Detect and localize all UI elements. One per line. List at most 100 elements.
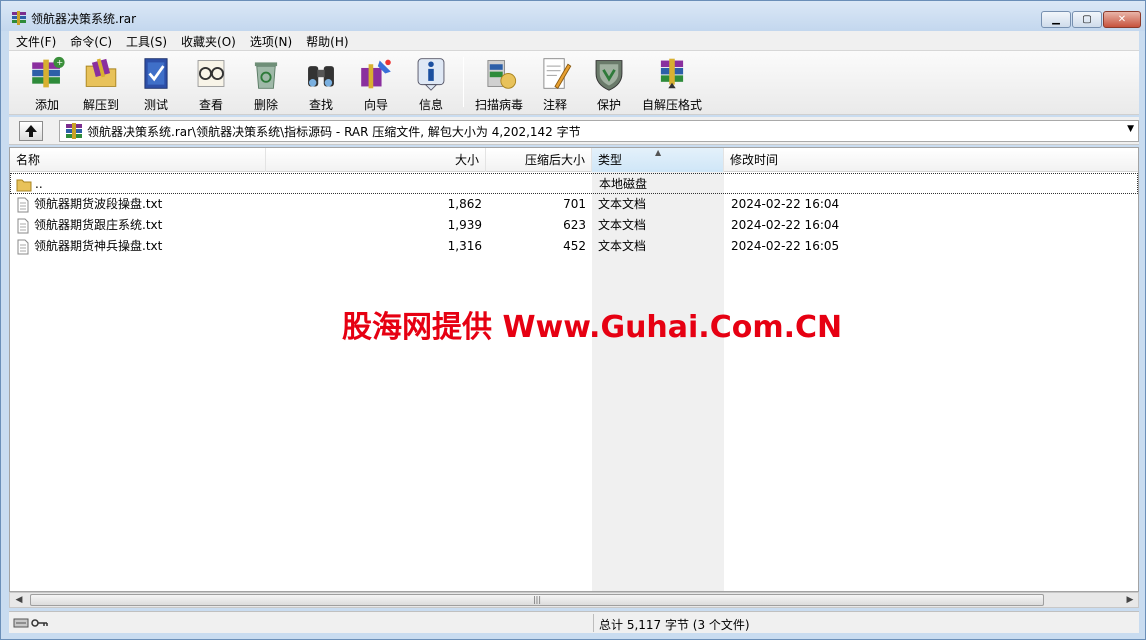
- scroll-thumb[interactable]: |||: [30, 594, 1044, 606]
- watermark-text: 股海网提供 Www.Guhai.Com.CN: [342, 310, 843, 345]
- minimize-button[interactable]: ▁: [1041, 11, 1071, 28]
- column-header-modified[interactable]: 修改时间: [724, 148, 1138, 172]
- svg-text:+: +: [56, 57, 63, 67]
- protect-label: 保护: [596, 98, 621, 112]
- list-item[interactable]: 领航器期货神兵操盘.txt 1,316 452 文本文档 2024-02-22 …: [10, 236, 1138, 257]
- file-modified: 2024-02-22 16:04: [731, 197, 840, 211]
- list-item[interactable]: 领航器期货跟庄系统.txt 1,939 623 文本文档 2024-02-22 …: [10, 215, 1138, 236]
- file-size: 1,316: [447, 239, 482, 253]
- file-type: 文本文档: [598, 197, 647, 211]
- up-arrow-icon: [25, 125, 37, 137]
- view-glasses-icon: [197, 60, 225, 87]
- add-archive-icon: +: [32, 56, 65, 88]
- info-button[interactable]: 信息: [403, 53, 459, 113]
- file-list: 名称 大小 压缩后大小 类型 修改时间 ▲ .. 本地磁盘 领航器期货波段操盘.…: [9, 147, 1139, 592]
- text-file-icon: [17, 197, 29, 213]
- extract-folder-icon: [85, 58, 117, 87]
- comment-label: 注释: [542, 98, 567, 112]
- extract-to-label: 解压到: [82, 98, 119, 112]
- info-icon: [417, 58, 445, 91]
- toolbar-separator: [463, 57, 464, 107]
- menu-favorites[interactable]: 收藏夹(O): [174, 31, 243, 50]
- menu-options[interactable]: 选项(N): [243, 31, 299, 50]
- virus-scan-icon: [487, 60, 517, 89]
- recycle-bin-icon: [254, 62, 278, 89]
- file-name: 领航器期货神兵操盘.txt: [34, 239, 163, 253]
- info-label: 信息: [418, 98, 443, 112]
- menu-help[interactable]: 帮助(H): [299, 31, 355, 50]
- drive-key-icon: [13, 618, 48, 628]
- wizard-button[interactable]: 向导: [348, 53, 404, 113]
- chevron-down-icon[interactable]: ▼: [1127, 124, 1134, 134]
- file-size: [267, 174, 483, 195]
- menu-bar: 文件(F) 命令(C) 工具(S) 收藏夹(O) 选项(N) 帮助(H): [9, 31, 1139, 51]
- comment-button[interactable]: 注释: [527, 53, 583, 113]
- winrar-app-icon: [12, 11, 26, 25]
- up-folder-button[interactable]: [19, 121, 43, 141]
- maximize-button[interactable]: ▢: [1072, 11, 1102, 28]
- rar-archive-icon: [66, 123, 82, 139]
- menu-file[interactable]: 文件(F): [9, 31, 63, 50]
- window-title: 领航器决策系统.rar: [31, 12, 137, 26]
- sfx-button[interactable]: 自解压格式: [637, 53, 707, 113]
- list-item[interactable]: 领航器期货波段操盘.txt 1,862 701 文本文档 2024-02-22 …: [10, 194, 1138, 215]
- status-divider: [593, 614, 594, 632]
- file-modified: 2024-02-22 16:04: [731, 218, 840, 232]
- view-label: 查看: [198, 98, 223, 112]
- binoculars-icon: [308, 66, 334, 87]
- column-header-size[interactable]: 大小: [266, 148, 486, 172]
- path-text: 领航器决策系统.rar\领航器决策系统\指标源码 - RAR 压缩文件, 解包大…: [87, 124, 581, 139]
- test-archive-icon: [144, 58, 168, 89]
- delete-label: 删除: [253, 98, 278, 112]
- add-label: 添加: [34, 98, 59, 112]
- sort-ascending-icon: ▲: [655, 148, 662, 157]
- virus-scan-label: 扫描病毒: [474, 98, 523, 112]
- comment-icon: [543, 58, 572, 89]
- text-file-icon: [17, 239, 29, 255]
- status-bar: 总计 5,117 字节 (3 个文件): [9, 611, 1139, 633]
- menu-commands[interactable]: 命令(C): [63, 31, 119, 50]
- sfx-archive-icon: [660, 58, 684, 89]
- column-header-packed[interactable]: 压缩后大小: [486, 148, 592, 172]
- scroll-right-icon[interactable]: ▶: [1122, 593, 1138, 607]
- extract-to-button[interactable]: 解压到: [73, 53, 129, 113]
- find-label: 查找: [308, 98, 333, 112]
- file-size: 1,862: [447, 197, 482, 211]
- minimize-icon: ▁: [1052, 14, 1060, 25]
- file-modified: 2024-02-22 16:05: [731, 239, 840, 253]
- file-type: 文本文档: [598, 239, 647, 253]
- toolbar: + 添加 解压到 测试 查看 删除 查找 向导 信息 扫描病毒 注释 保护 自解…: [9, 51, 1139, 115]
- address-bar: 领航器决策系统.rar\领航器决策系统\指标源码 - RAR 压缩文件, 解包大…: [9, 117, 1139, 145]
- test-button[interactable]: 测试: [128, 53, 184, 113]
- path-field[interactable]: 领航器决策系统.rar\领航器决策系统\指标源码 - RAR 压缩文件, 解包大…: [59, 120, 1139, 142]
- virus-scan-button[interactable]: 扫描病毒: [468, 53, 530, 113]
- scroll-left-icon[interactable]: ◀: [11, 593, 27, 607]
- wizard-icon: [361, 59, 391, 89]
- shield-icon: [595, 60, 623, 91]
- file-size: 1,939: [447, 218, 482, 232]
- winrar-window: 领航器决策系统.rar ▁ ▢ ✕ 文件(F) 命令(C) 工具(S) 收藏夹(…: [0, 0, 1146, 640]
- file-type: 本地磁盘: [599, 177, 648, 191]
- horizontal-scrollbar[interactable]: ◀ ||| ▶: [9, 592, 1139, 608]
- view-button[interactable]: 查看: [183, 53, 239, 113]
- file-packed: [487, 174, 587, 195]
- delete-button[interactable]: 删除: [238, 53, 294, 113]
- find-button[interactable]: 查找: [293, 53, 349, 113]
- list-item-parent[interactable]: .. 本地磁盘: [10, 173, 1138, 194]
- maximize-icon: ▢: [1082, 14, 1092, 25]
- column-header-name[interactable]: 名称: [10, 148, 266, 172]
- text-file-icon: [17, 218, 29, 234]
- protect-button[interactable]: 保护: [581, 53, 637, 113]
- file-packed: 701: [563, 197, 586, 211]
- wizard-label: 向导: [363, 98, 388, 112]
- file-name: ..: [35, 177, 43, 191]
- close-button[interactable]: ✕: [1103, 11, 1141, 28]
- status-total: 总计 5,117 字节 (3 个文件): [599, 618, 750, 632]
- add-button[interactable]: + 添加: [19, 53, 75, 113]
- sfx-label: 自解压格式: [641, 98, 702, 112]
- file-packed: 623: [563, 218, 586, 232]
- file-type: 文本文档: [598, 218, 647, 232]
- file-name: 领航器期货波段操盘.txt: [34, 197, 163, 211]
- menu-tools[interactable]: 工具(S): [119, 31, 174, 50]
- list-header: 名称 大小 压缩后大小 类型 修改时间 ▲: [10, 148, 1138, 172]
